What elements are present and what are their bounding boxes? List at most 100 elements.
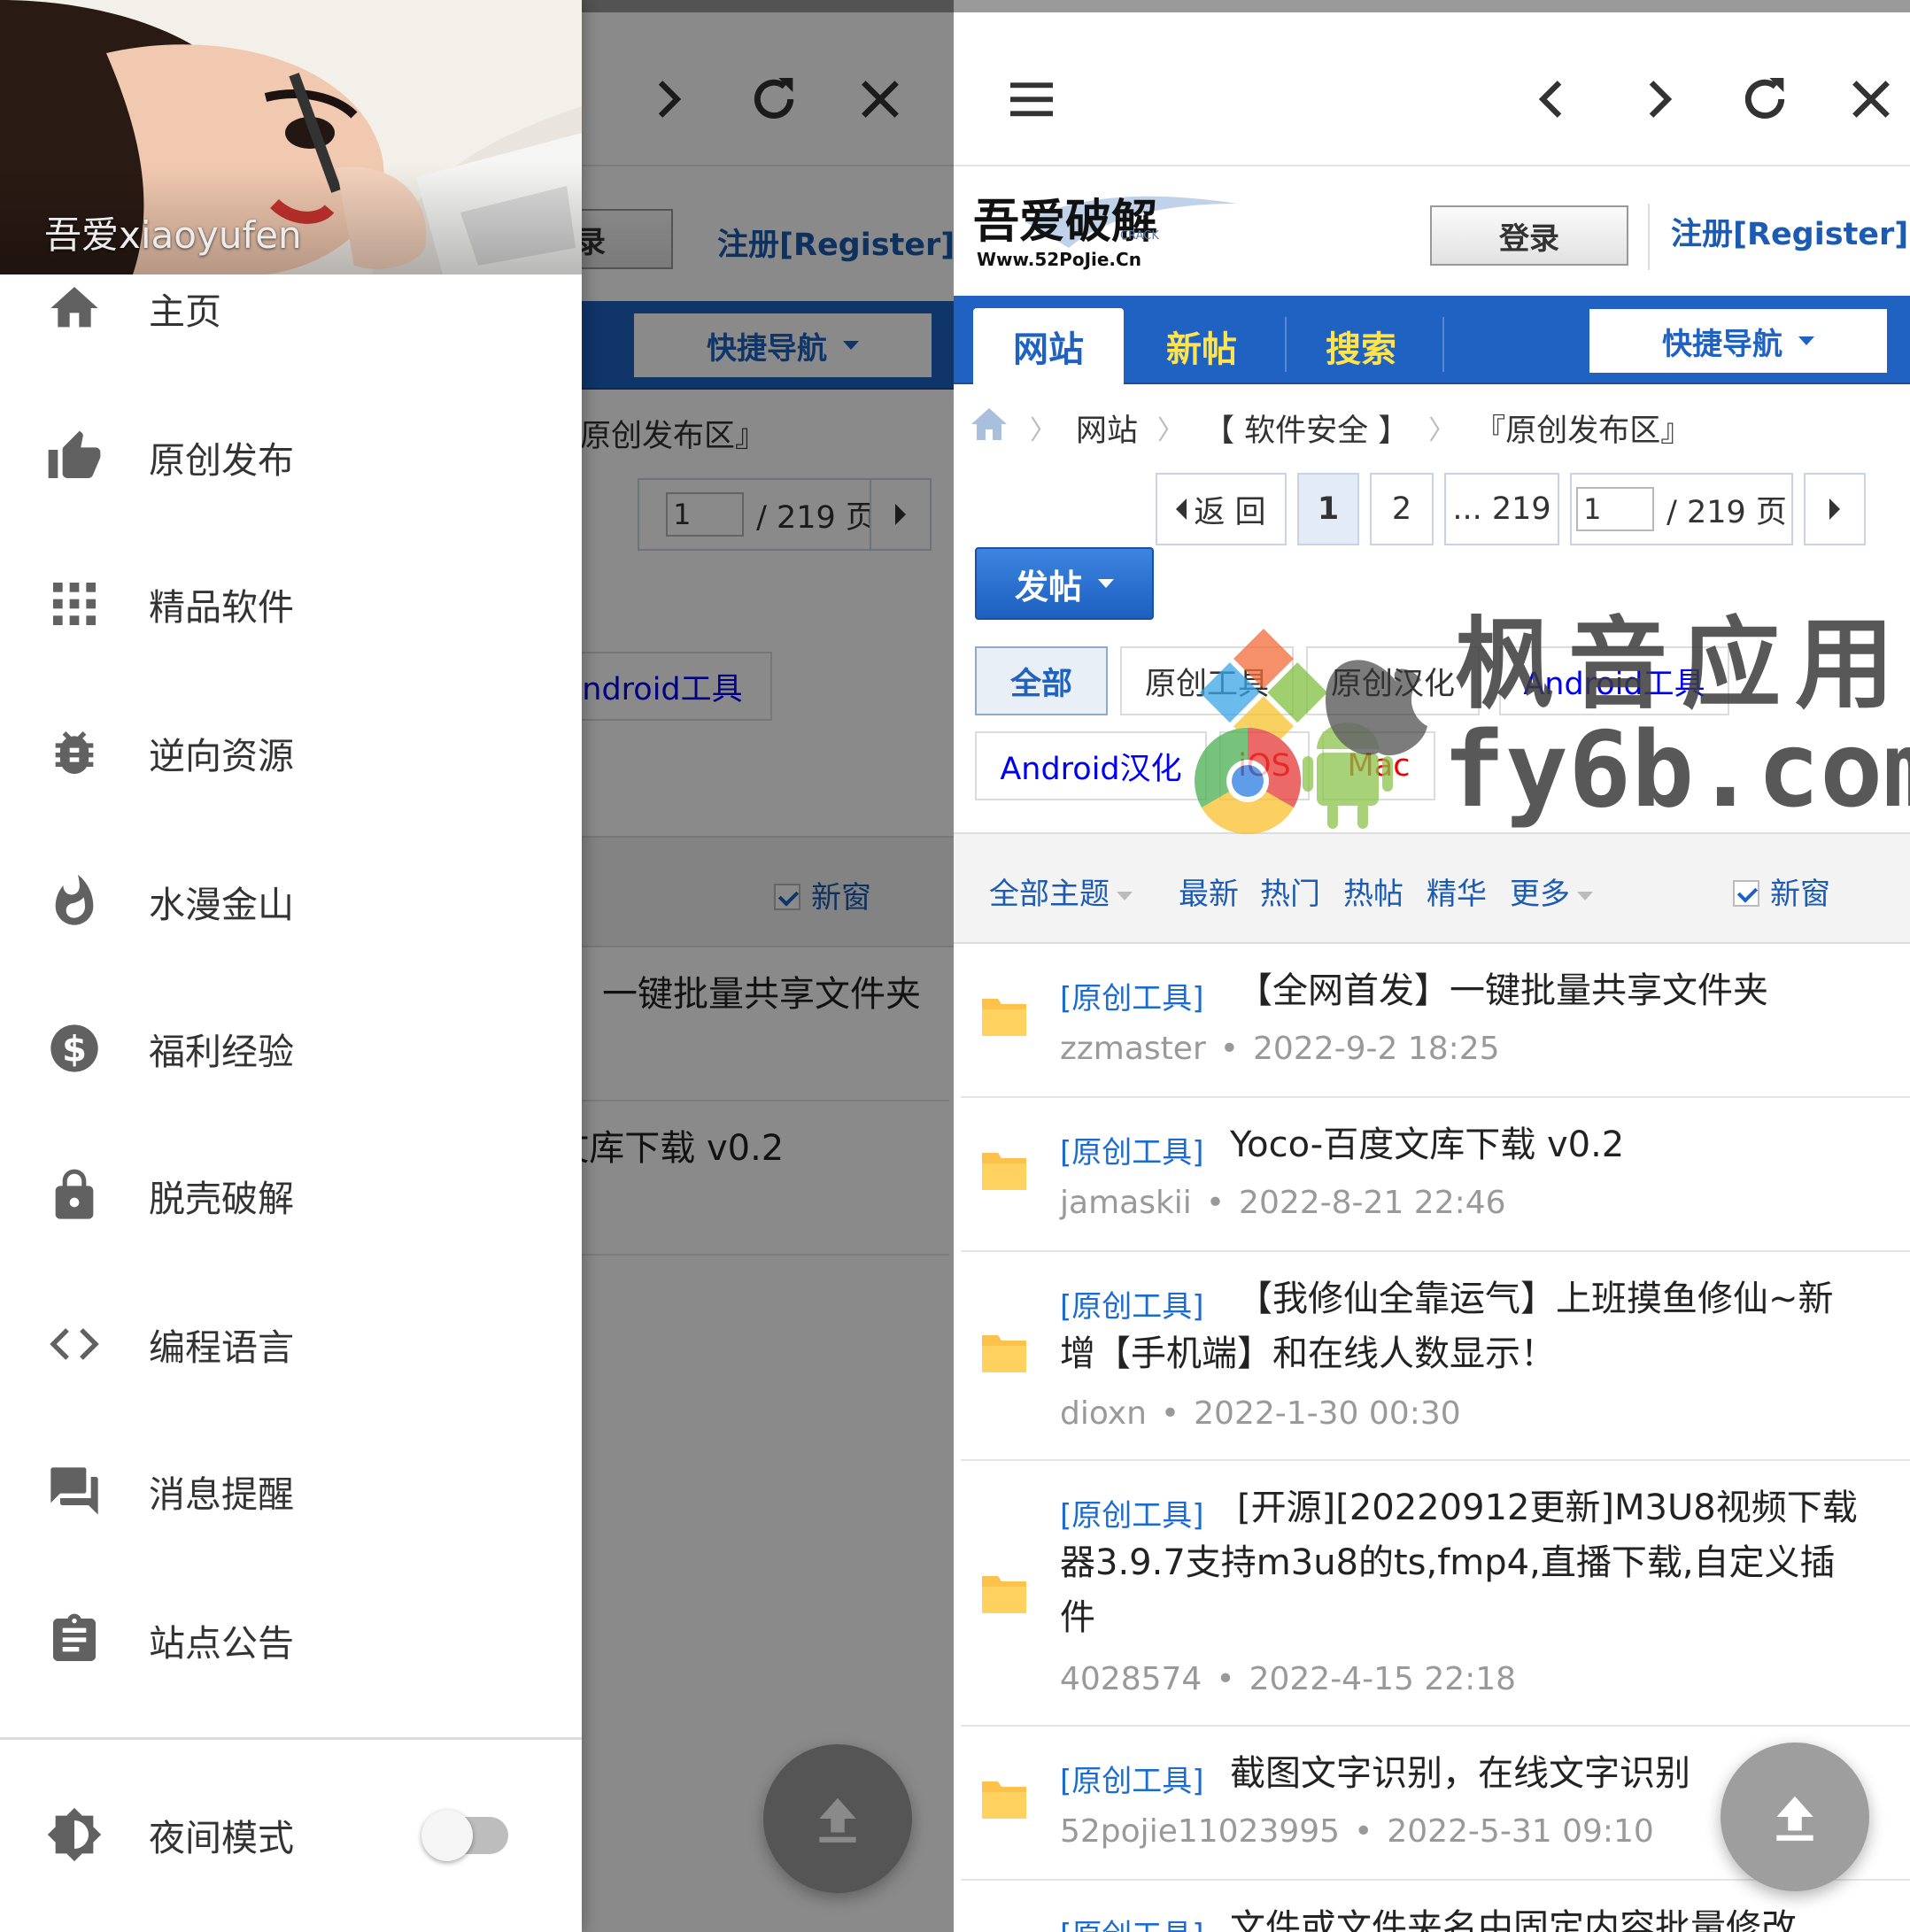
- filter-digest[interactable]: 精华: [1427, 869, 1487, 913]
- nav-tab-new-posts[interactable]: 新帖: [1131, 308, 1272, 384]
- toggle-knob: [421, 1810, 473, 1861]
- thread-tag[interactable]: [原创工具]: [1060, 1128, 1204, 1171]
- thread-meta: dioxn • 2022-1-30 00:30: [1060, 1395, 1461, 1432]
- night-mode-toggle[interactable]: [421, 1810, 508, 1861]
- breadcrumb-item-software-security[interactable]: 【 软件安全 】: [1203, 406, 1409, 451]
- thread-tag[interactable]: [原创工具]: [1060, 1911, 1204, 1932]
- drawer-item-label: 原创发布: [149, 439, 294, 482]
- thread-author[interactable]: zzmaster: [1060, 1031, 1206, 1067]
- thread-title[interactable]: 文件或文件夹名中固定内容批量修改: [1230, 1900, 1864, 1932]
- drawer-item-announcements[interactable]: 站点公告: [0, 1587, 582, 1693]
- category-tag-android-tools[interactable]: Android工具: [1499, 646, 1729, 715]
- meta-dot: •: [1216, 1661, 1235, 1697]
- category-tag-android-chinese[interactable]: Android汉化: [975, 731, 1207, 800]
- thread-author[interactable]: 52pojie11023995: [1060, 1813, 1340, 1850]
- drawer-item-home[interactable]: 主页: [0, 255, 582, 361]
- drawer-item-label: 主页: [149, 290, 221, 333]
- caret-down-icon: [1577, 891, 1593, 900]
- breadcrumb-sep: 〉: [1428, 415, 1456, 446]
- pager-next-button[interactable]: [1804, 473, 1866, 545]
- thread-author[interactable]: dioxn: [1060, 1395, 1147, 1432]
- grid-apps-icon: [44, 574, 104, 634]
- category-tag-original-tools[interactable]: 原创工具: [1120, 646, 1294, 715]
- filter-more[interactable]: 更多: [1510, 869, 1593, 913]
- site-logo[interactable]: 吾爱破解 Www.52PoJie.Cn CRACK: [971, 186, 1237, 274]
- thread-tag[interactable]: [原创工具]: [1060, 1757, 1204, 1800]
- thread-author[interactable]: 4028574: [1060, 1661, 1202, 1697]
- thread-tag[interactable]: [原创工具]: [1060, 1282, 1204, 1325]
- chevron-left-icon[interactable]: [1517, 64, 1588, 135]
- breadcrumb-sep: 〉: [1030, 415, 1056, 446]
- thread-row[interactable]: [原创工具] 文件或文件夹名中固定内容批量修改: [961, 1882, 1910, 1932]
- clipboard-icon: [44, 1610, 104, 1670]
- login-button[interactable]: 登录: [1430, 205, 1628, 266]
- drawer-item-notifications[interactable]: 消息提醒: [0, 1438, 582, 1544]
- meta-dot: •: [1205, 1185, 1226, 1221]
- breadcrumb-item-original-release[interactable]: 『原创发布区』: [1474, 406, 1691, 451]
- page-number-input[interactable]: 1: [1576, 487, 1655, 531]
- drawer-item-premium-software[interactable]: 精品软件: [0, 551, 582, 657]
- drawer-item-programming[interactable]: 编程语言: [0, 1291, 582, 1397]
- drawer-item-water-discussion[interactable]: 水漫金山: [0, 848, 582, 954]
- close-icon[interactable]: [1836, 64, 1906, 135]
- home-icon[interactable]: [968, 405, 1010, 452]
- pager-page-1[interactable]: 1: [1297, 473, 1359, 545]
- pager-page-2[interactable]: 2: [1370, 473, 1434, 545]
- filter-more-label: 更多: [1510, 877, 1570, 912]
- filter-hot[interactable]: 热门: [1260, 869, 1320, 913]
- drawer-item-unpacking[interactable]: 脱壳破解: [0, 1142, 582, 1248]
- thread-tag[interactable]: [原创工具]: [1060, 974, 1204, 1017]
- new-post-button[interactable]: 发帖: [975, 547, 1154, 620]
- drawer-item-reverse-resources[interactable]: 逆向资源: [0, 699, 582, 806]
- nav-tab-search[interactable]: 搜索: [1290, 308, 1432, 384]
- drawer-username[interactable]: 吾爱xiaoyufen: [44, 205, 302, 259]
- thread-row[interactable]: 【我修仙全靠运气】上班摸鱼修仙~新增【手机端】和在线人数显示！ [原创工具] d…: [961, 1254, 1910, 1461]
- night-mode-label: 夜间模式: [149, 1817, 294, 1859]
- nav-tab-website[interactable]: 网站: [973, 308, 1124, 384]
- thread-row[interactable]: [原创工具] 【全网首发】一键批量共享文件夹 zzmaster • 2022-9-2…: [961, 946, 1910, 1098]
- left-phone-screen: 登录 注册[Register] 快捷导航 『原创发布区』 1/ 219 页 An…: [0, 0, 954, 1932]
- breadcrumb-item-website[interactable]: 网站: [1076, 406, 1138, 451]
- filter-latest[interactable]: 最新: [1179, 869, 1239, 913]
- drawer-item-original-release[interactable]: 原创发布: [0, 404, 582, 510]
- thread-date: 2022-5-31 09:10: [1387, 1813, 1654, 1850]
- meta-dot: •: [1219, 1031, 1239, 1067]
- pager-jump: 1 / 219 页: [1570, 473, 1793, 545]
- category-tag-mac[interactable]: Mac: [1322, 731, 1435, 800]
- brightness-icon: [44, 1804, 104, 1865]
- breadcrumb-sep: 〉: [1157, 415, 1185, 446]
- new-window-checkbox[interactable]: 新窗: [1733, 869, 1830, 913]
- thread-date: 2022-4-15 22:18: [1249, 1661, 1517, 1697]
- thread-row[interactable]: [开源][20220912更新]M3U8视频下载器3.9.7支持m3u8的ts,…: [961, 1463, 1910, 1727]
- thread-author[interactable]: jamaskii: [1060, 1185, 1192, 1221]
- quick-nav-dropdown[interactable]: 快捷导航: [1589, 309, 1887, 373]
- scroll-top-button[interactable]: [1721, 1743, 1869, 1891]
- category-tag-original-chinese[interactable]: 原创汉化: [1306, 646, 1480, 715]
- pager-back-button[interactable]: 返 回: [1156, 473, 1287, 545]
- drawer-item-label: 编程语言: [149, 1326, 294, 1369]
- thread-tag[interactable]: [原创工具]: [1060, 1491, 1204, 1534]
- hamburger-menu-icon[interactable]: [996, 64, 1067, 135]
- pager-page-last[interactable]: ... 219: [1444, 473, 1559, 545]
- thread-meta: 52pojie11023995 • 2022-5-31 09:10: [1060, 1813, 1654, 1850]
- register-link[interactable]: 注册[Register]: [1671, 209, 1908, 254]
- watermark-logos: [1184, 584, 1450, 850]
- thread-row[interactable]: [原创工具] Yoco-百度文库下载 v0.2 jamaskii • 2022-8-…: [961, 1100, 1910, 1252]
- thread-title[interactable]: 【全网首发】一键批量共享文件夹: [1237, 963, 1864, 1018]
- category-tag-ios[interactable]: iOS: [1219, 731, 1310, 800]
- drawer-item-welfare[interactable]: $ 福利经验: [0, 995, 582, 1101]
- checkbox-checked-icon: [1733, 879, 1759, 907]
- thumbs-up-icon: [44, 427, 104, 487]
- drawer-item-label: 精品软件: [149, 586, 294, 629]
- drawer-item-label: 福利经验: [149, 1031, 294, 1073]
- fire-icon: [44, 871, 104, 931]
- chevron-right-icon[interactable]: [1623, 64, 1694, 135]
- thread-date: 2022-8-21 22:46: [1239, 1185, 1506, 1221]
- thread-title[interactable]: Yoco-百度文库下载 v0.2: [1230, 1117, 1864, 1172]
- filter-hot-posts[interactable]: 热帖: [1343, 869, 1404, 913]
- bug-icon: [44, 723, 104, 783]
- refresh-icon[interactable]: [1729, 64, 1800, 135]
- category-tag-all[interactable]: 全部: [975, 646, 1108, 715]
- filter-all-topics[interactable]: 全部主题: [989, 869, 1133, 913]
- folder-icon: [982, 1576, 1026, 1613]
